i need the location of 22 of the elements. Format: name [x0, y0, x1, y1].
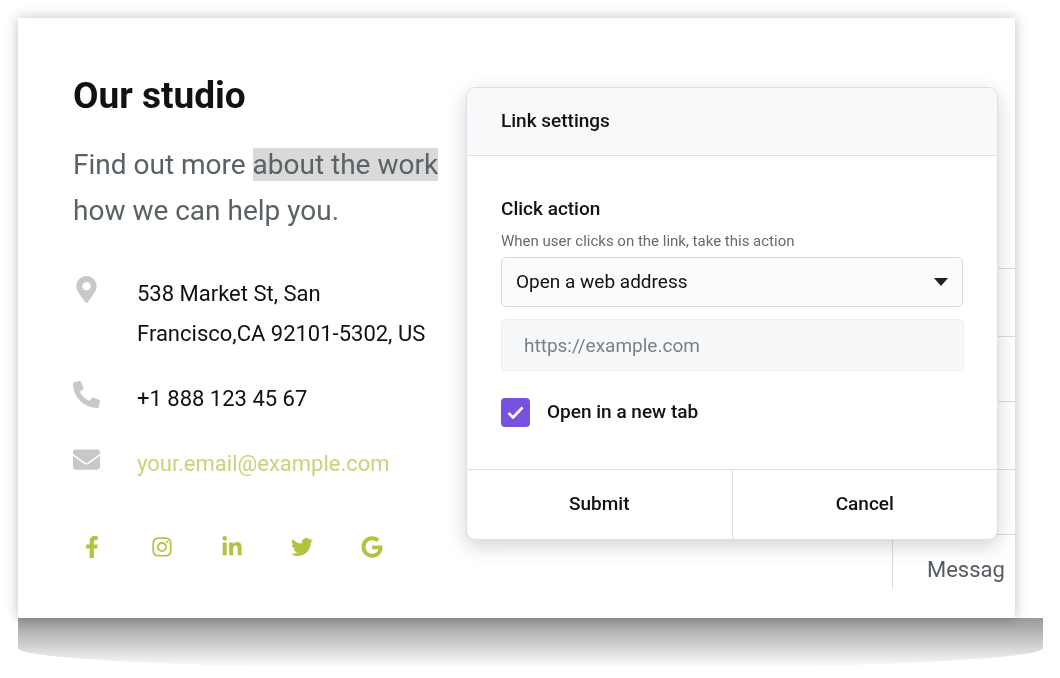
message-label: Messag [927, 557, 1005, 582]
instagram-icon[interactable] [151, 536, 173, 558]
hint-text: When user clicks on the link, take this action [501, 231, 795, 251]
map-pin-icon [73, 276, 100, 303]
address-text: 538 Market St, San Francisco,CA 92101-5302, US [137, 280, 426, 348]
linkedin-icon[interactable] [221, 536, 243, 558]
google-icon[interactable] [361, 536, 383, 558]
section-heading: Our studio [73, 74, 246, 118]
url-field[interactable]: https://example.com [501, 319, 964, 371]
dialog-button[interactable]: Submit [467, 470, 732, 539]
envelope-icon [73, 446, 100, 473]
action-select[interactable]: Open a web address [501, 257, 963, 307]
dialog-button[interactable]: Cancel [731, 470, 997, 539]
checkbox[interactable] [501, 398, 530, 427]
twitter-icon[interactable] [291, 536, 313, 558]
checkbox-label: Open in a new tab [547, 399, 699, 426]
phone-icon [73, 381, 100, 408]
phone-text: +1 888 123 45 67 [137, 385, 308, 413]
checkmark-icon [507, 406, 524, 419]
section-title: Click action [501, 196, 601, 222]
dialog-title: Link settings [501, 108, 610, 135]
caret-icon [934, 278, 948, 286]
